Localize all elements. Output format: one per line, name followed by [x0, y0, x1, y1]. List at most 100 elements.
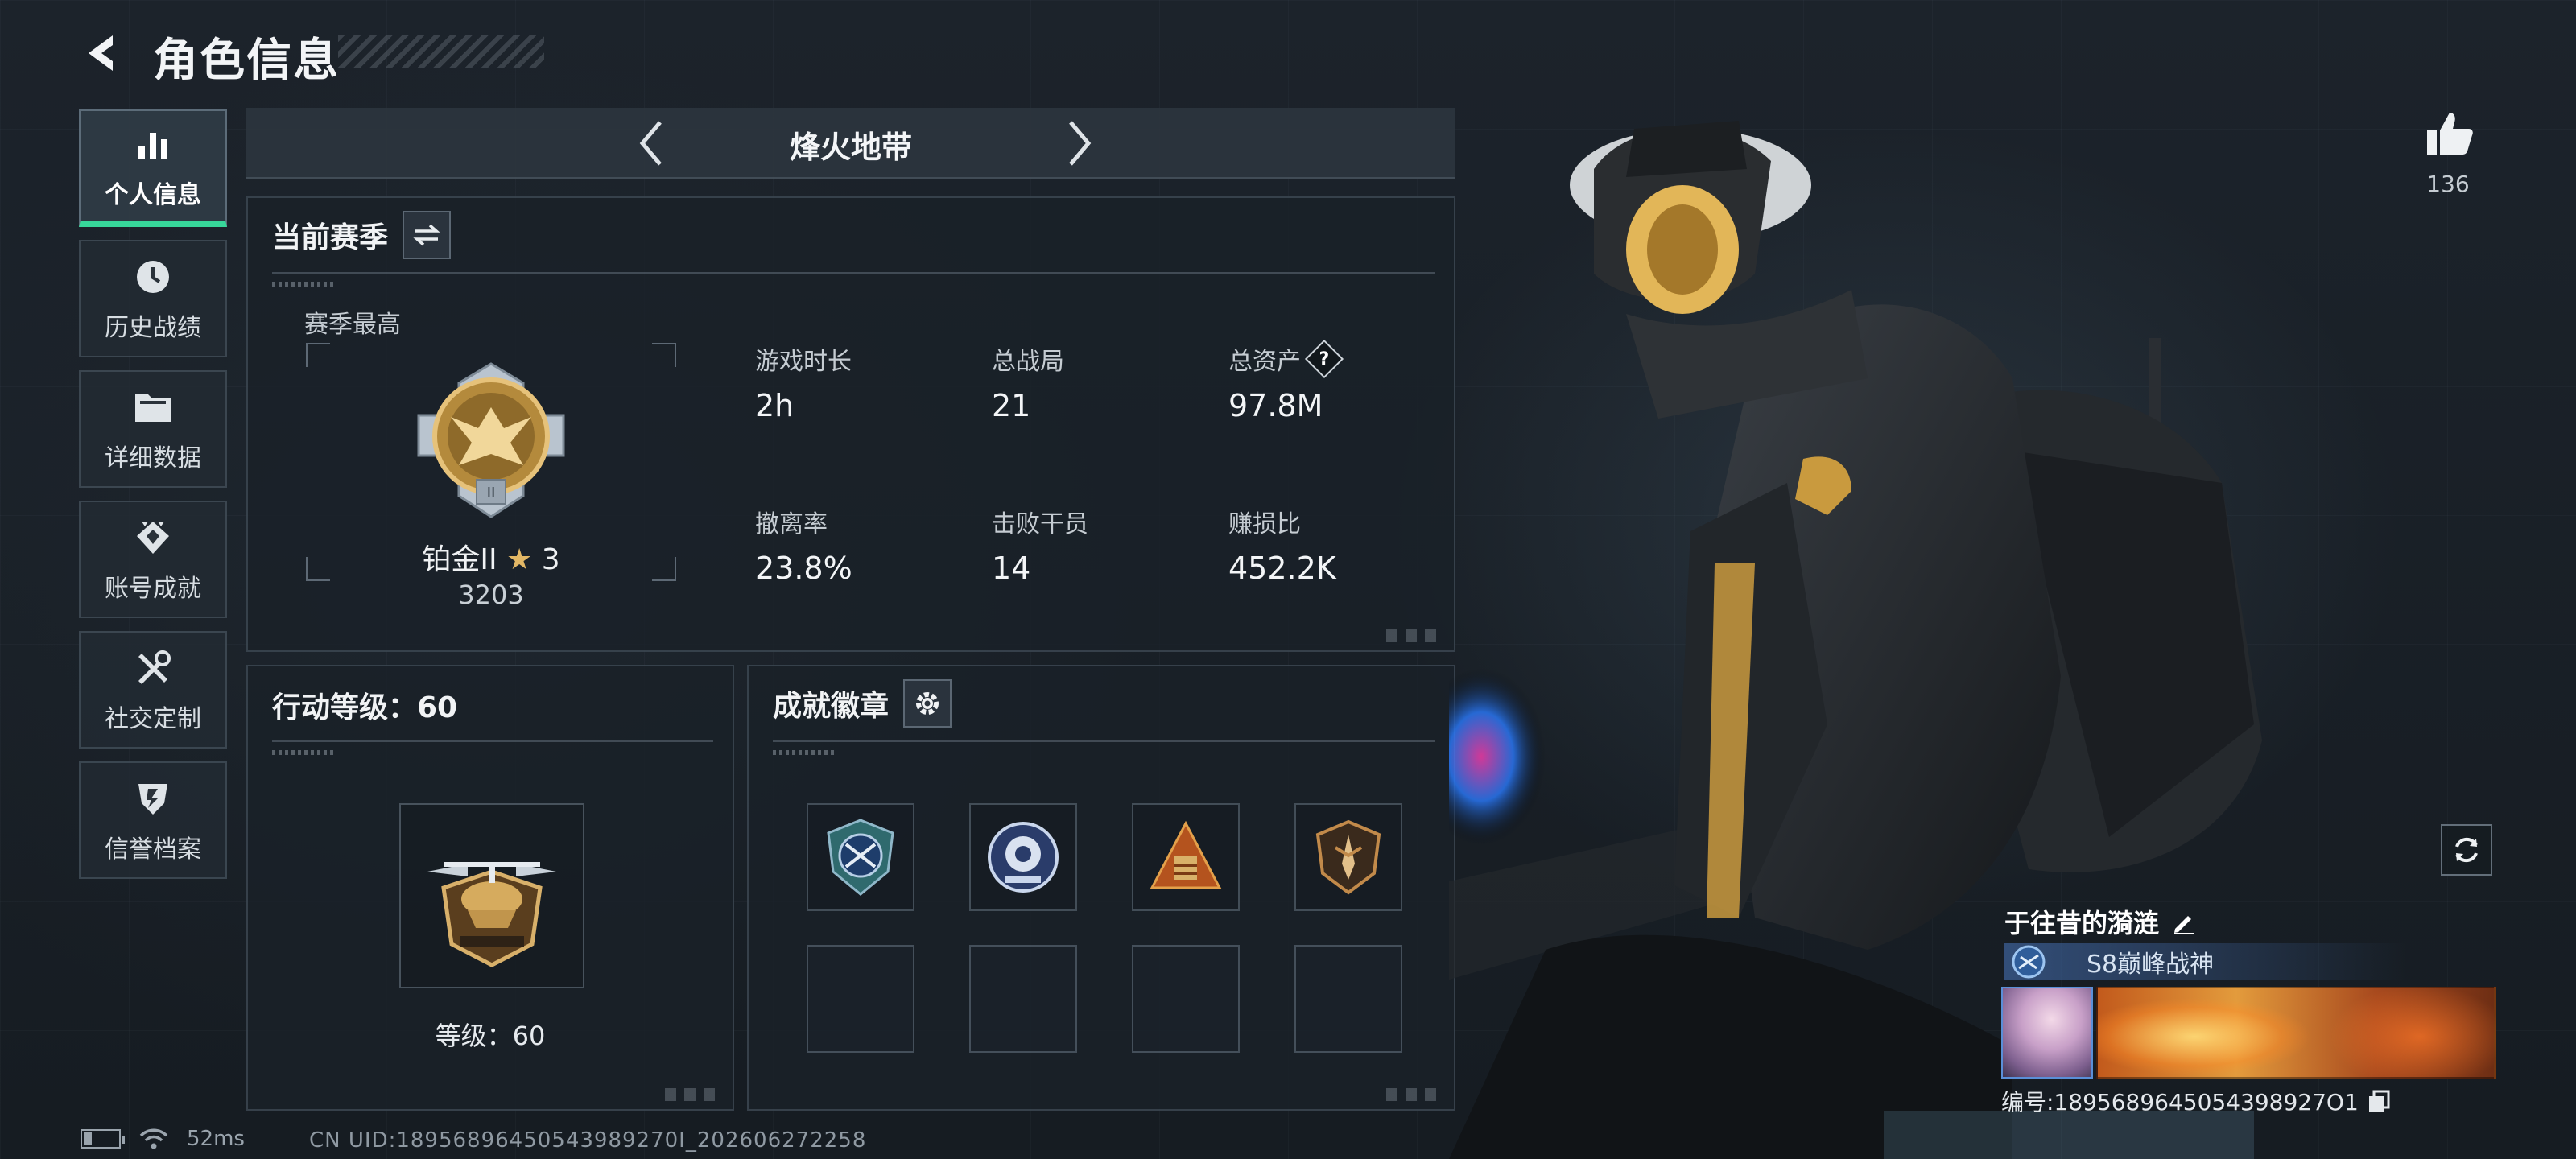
nav-item-personal-info[interactable]: 个人信息 — [79, 109, 227, 227]
stat-value: 452.2K — [1228, 551, 1336, 586]
battery-icon — [80, 1129, 125, 1149]
stat-value: 2h — [755, 388, 795, 423]
character-info-screen: 角色信息 个人信息 历史战绩 详细数据 账号成就 社交定制 信誉档案 烽火地带 … — [0, 0, 2576, 1159]
copy-icon[interactable] — [2367, 1089, 2391, 1113]
achievement-badges-panel: 成就徽章 — [747, 665, 1455, 1111]
stat-label: 总资产 — [1228, 348, 1301, 376]
side-nav: 个人信息 历史战绩 详细数据 账号成就 社交定制 信誉档案 — [79, 109, 227, 892]
rank-score: 3203 — [458, 580, 524, 610]
clock-icon — [130, 254, 175, 299]
mode-switcher: 烽火地带 — [246, 108, 1455, 179]
stat-label: 赚损比 — [1228, 510, 1301, 538]
divider — [773, 740, 1435, 742]
title-decoration — [338, 35, 544, 68]
divider-tick — [773, 750, 837, 755]
player-avatar[interactable] — [2001, 987, 2093, 1079]
page-title: 角色信息 — [153, 35, 340, 87]
player-id-row: 编号:1895689645054398927O1 — [2001, 1085, 2391, 1117]
tools-icon — [130, 645, 175, 691]
stat-value: 23.8% — [755, 551, 852, 586]
rank-tier: 铂金II — [422, 543, 497, 576]
nav-item-label: 历史战绩 — [105, 314, 201, 342]
like-count: 136 — [2426, 171, 2470, 197]
bar-chart-icon — [130, 122, 175, 167]
stat-label-row: 总资产 ? — [1228, 339, 1344, 379]
badges-title: 成就徽章 — [773, 690, 890, 723]
crossed-rifles-badge-icon — [827, 819, 894, 896]
round-crest-badge-icon — [988, 822, 1059, 893]
achievement-icon — [130, 515, 175, 560]
stat-play-time: 游戏时长 2h — [755, 341, 852, 423]
stat-extraction-rate: 撤离率 23.8% — [755, 504, 852, 586]
helicopter-emblem-icon — [427, 862, 556, 967]
badge-slot-empty[interactable] — [1294, 945, 1402, 1053]
folder-icon — [130, 385, 175, 430]
player-name: 于往昔的漪涟 — [2004, 908, 2160, 938]
badge-slot-4[interactable] — [1294, 803, 1402, 911]
star-icon: ★ — [506, 543, 533, 576]
stat-label: 总战局 — [992, 348, 1064, 376]
platinum-rank-emblem-icon: II — [417, 362, 565, 518]
title-emblem-icon — [2012, 945, 2046, 979]
gear-icon — [916, 692, 939, 715]
stat-value: 14 — [992, 551, 1031, 586]
nav-item-reputation[interactable]: 信誉档案 — [79, 761, 227, 879]
nav-item-social-custom[interactable]: 社交定制 — [79, 631, 227, 749]
back-button[interactable] — [77, 27, 129, 79]
level-title: 行动等级：60 — [272, 691, 458, 724]
corner-decoration — [665, 1088, 721, 1101]
nav-item-label: 信誉档案 — [105, 835, 201, 864]
help-icon[interactable]: ? — [1304, 339, 1344, 379]
badge-slot-1[interactable] — [807, 803, 914, 911]
svg-text:II: II — [487, 485, 496, 501]
refresh-icon — [2455, 837, 2478, 863]
thumbs-up-icon — [2427, 113, 2473, 155]
chevron-right-icon — [1069, 121, 1092, 166]
divider-tick — [272, 750, 336, 755]
badge-slot-2[interactable] — [969, 803, 1077, 911]
divider — [272, 740, 713, 742]
stat-label: 撤离率 — [755, 510, 828, 538]
nav-item-detailed-data[interactable]: 详细数据 — [79, 370, 227, 488]
like-button[interactable] — [2413, 101, 2486, 166]
season-panel: 当前赛季 赛季最高 II 铂金II ★ 3 3203 游戏时长 2h 总战局 2… — [246, 196, 1455, 652]
badge-slot-3[interactable] — [1132, 803, 1240, 911]
back-arrow-icon — [89, 35, 113, 71]
level-value: 等级：60 — [435, 1021, 546, 1051]
level-panel-header: 行动等级：60 — [272, 684, 457, 726]
stat-operators-defeated: 击败干员 14 — [992, 504, 1088, 586]
mode-next-button[interactable] — [1051, 116, 1106, 171]
corner-decoration — [1386, 629, 1443, 642]
nav-item-history[interactable]: 历史战绩 — [79, 240, 227, 357]
nav-item-label: 社交定制 — [105, 705, 201, 733]
mode-title: 烽火地带 — [789, 130, 912, 165]
action-level-panel: 行动等级：60 等级：60 — [246, 665, 734, 1111]
badge-slot-empty[interactable] — [807, 945, 914, 1053]
player-title-row: S8巅峰战神 — [2004, 943, 2407, 980]
player-banner — [2096, 987, 2496, 1079]
nav-item-label: 个人信息 — [105, 181, 201, 209]
rotate-model-button[interactable] — [2441, 824, 2492, 876]
player-id: 编号:1895689645054398927O1 — [2001, 1089, 2359, 1116]
nav-item-label: 详细数据 — [105, 444, 201, 472]
player-card: 于往昔的漪涟 S8巅峰战神 编号:1895689645054398927O1 — [2001, 898, 2496, 1125]
badges-panel-header: 成就徽章 — [773, 679, 952, 728]
ping-value: 52ms — [187, 1127, 245, 1151]
client-uid: CN UID:18956896450543989270I_20260627225… — [309, 1128, 867, 1153]
player-title: S8巅峰战神 — [2087, 951, 2215, 979]
rank-name: 铂金II ★ 3 — [306, 536, 676, 578]
rank-stars: 3 — [541, 543, 560, 576]
stat-label: 游戏时长 — [755, 348, 852, 376]
badge-slot-empty[interactable] — [1132, 945, 1240, 1053]
badge-slot-empty[interactable] — [969, 945, 1077, 1053]
player-name-row: 于往昔的漪涟 — [2004, 903, 2198, 940]
stat-value: 21 — [992, 388, 1031, 423]
nav-item-label: 账号成就 — [105, 575, 201, 603]
stat-total-assets: 总资产 ? 97.8M — [1228, 339, 1344, 423]
badge-settings-button[interactable] — [903, 679, 952, 728]
edit-pencil-icon[interactable] — [2170, 908, 2198, 935]
stat-profit-loss-ratio: 赚损比 452.2K — [1228, 504, 1336, 586]
stat-label: 击败干员 — [992, 510, 1088, 538]
nav-item-account-achievements[interactable]: 账号成就 — [79, 501, 227, 618]
rank-block: II 铂金II ★ 3 3203 — [306, 198, 676, 654]
